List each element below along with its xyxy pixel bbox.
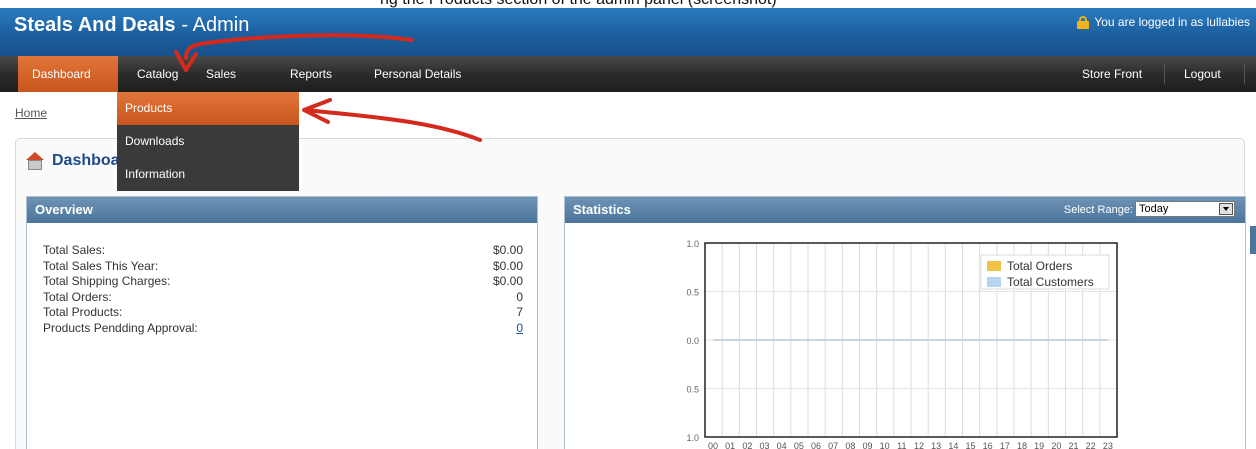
nav-divider: [1164, 64, 1165, 84]
nav-store-front[interactable]: Store Front: [1068, 56, 1156, 92]
dropdown-downloads[interactable]: Downloads: [117, 125, 299, 158]
chart-x-tick: 09: [862, 441, 872, 449]
overview-label: Total Sales:: [43, 243, 106, 257]
dropdown-products[interactable]: Products: [117, 92, 299, 125]
nav-sales[interactable]: Sales: [192, 56, 250, 92]
caption-text: ng the Products section of the admin pan…: [380, 0, 777, 8]
chart-x-tick: 18: [1017, 441, 1027, 449]
chart-x-tick: 08: [845, 441, 855, 449]
caption-strip: ng the Products section of the admin pan…: [0, 0, 1256, 8]
chart-x-tick: 11: [897, 441, 906, 449]
overview-value: 0: [516, 321, 523, 337]
nav-logout[interactable]: Logout: [1170, 56, 1235, 92]
chart-y-tick: 0.5: [686, 385, 699, 395]
brand-name: Steals And Deals: [14, 14, 176, 36]
chart-x-tick: 10: [880, 441, 890, 449]
statistics-panel: Statistics Select Range: Today 1.0 0.5 0.0…: [564, 196, 1246, 449]
annotation-arrow-products: [304, 108, 482, 142]
annotation-arrow-products-head: [302, 98, 332, 124]
chart-y-tick: 0.5: [686, 288, 699, 298]
pending-approval-link[interactable]: 0: [516, 321, 523, 335]
chart-x-tick: 16: [983, 441, 993, 449]
chart-x-tick: 03: [759, 441, 769, 449]
overview-label: Total Sales This Year:: [43, 258, 159, 273]
statistics-header: Statistics Select Range: Today: [565, 197, 1245, 223]
home-icon: [26, 152, 44, 170]
nav-divider: [1244, 64, 1245, 84]
legend-swatch: [987, 261, 1001, 271]
overview-value: $0.00: [492, 274, 523, 288]
chart-y-tick: 1.0: [686, 239, 699, 249]
overview-row: Total Shipping Charges: $0.00: [43, 274, 523, 290]
chevron-down-icon[interactable]: [1219, 203, 1233, 215]
breadcrumb-home[interactable]: Home: [15, 106, 47, 120]
chart-x-tick: 14: [948, 441, 958, 449]
overview-row: Total Orders: 0: [43, 290, 523, 306]
chart-x-tick: 15: [965, 441, 975, 449]
chart-y-tick: 0.0: [686, 336, 699, 346]
chart-x-tick: 02: [742, 441, 752, 449]
overview-label: Total Orders:: [43, 289, 112, 304]
overview-label: Total Shipping Charges:: [43, 274, 171, 288]
overview-panel: Overview Total Sales: $0.00 Total Sales T…: [26, 196, 538, 449]
chart-x-tick: 12: [914, 441, 924, 449]
lock-icon: [1077, 15, 1090, 29]
nav-reports[interactable]: Reports: [276, 56, 346, 92]
overview-label: Total Products:: [43, 305, 123, 319]
range-select[interactable]: Today: [1135, 201, 1235, 217]
chart-x-tick: 07: [828, 441, 838, 449]
chart-y-tick: 1.0: [686, 433, 699, 443]
login-text: You are logged in as lullabies: [1094, 15, 1250, 29]
overview-row: Total Sales This Year: $0.00: [43, 259, 523, 275]
chart-x-tick: 00: [708, 441, 718, 449]
chart-x-tick: 17: [1000, 441, 1010, 449]
chart-x-tick: 04: [777, 441, 787, 449]
chart-x-tick: 22: [1086, 441, 1096, 449]
side-panel-stub: [1250, 226, 1256, 254]
catalog-dropdown: Products Downloads Information: [117, 92, 299, 191]
chart-x-tick: 06: [811, 441, 821, 449]
range-value: Today: [1139, 203, 1169, 215]
brand: Steals And Deals - Admin: [14, 14, 249, 37]
legend-swatch: [987, 277, 1001, 287]
chart-x-tick: 13: [931, 441, 941, 449]
overview-value: 7: [516, 305, 523, 319]
overview-table: Total Sales: $0.00 Total Sales This Year:…: [43, 243, 523, 336]
chart-x-tick: 23: [1103, 441, 1113, 449]
chart-x-tick: 01: [725, 441, 735, 449]
main-nav: Dashboard Catalog Sales Reports Personal…: [0, 56, 1256, 92]
legend-label: Total Customers: [1007, 275, 1094, 289]
overview-value: $0.00: [492, 258, 523, 273]
overview-row: Total Products: 7: [43, 305, 523, 321]
nav-personal-details[interactable]: Personal Details: [360, 56, 475, 92]
chart-x-tick: 19: [1034, 441, 1044, 449]
legend-label: Total Orders: [1007, 259, 1072, 273]
admin-header: Steals And Deals - Admin You are logged i…: [0, 8, 1256, 56]
nav-dashboard[interactable]: Dashboard: [18, 56, 118, 92]
overview-title: Overview: [27, 197, 537, 223]
overview-value: 0: [516, 289, 523, 304]
dropdown-information[interactable]: Information: [117, 158, 299, 191]
login-info: You are logged in as lullabies: [1077, 15, 1250, 29]
statistics-title: Statistics: [573, 202, 631, 217]
chart-x-tick: 21: [1068, 441, 1078, 449]
chart-x-tick: 05: [794, 441, 804, 449]
overview-label: Products Pendding Approval:: [43, 320, 198, 335]
statistics-chart: 1.0 0.5 0.0 0.5 1.0 00 01 02 03 04 05 06 07 08 09 10 11 1…: [686, 239, 1118, 449]
chart-x-tick: 20: [1051, 441, 1061, 449]
nav-catalog[interactable]: Catalog: [123, 56, 192, 92]
brand-separator: -: [181, 14, 189, 36]
overview-value: $0.00: [492, 243, 523, 257]
overview-row: Total Sales: $0.00: [43, 243, 523, 259]
range-label: Select Range:: [1063, 204, 1133, 216]
overview-row: Products Pendding Approval: 0: [43, 321, 523, 337]
brand-suffix: Admin: [192, 14, 250, 36]
